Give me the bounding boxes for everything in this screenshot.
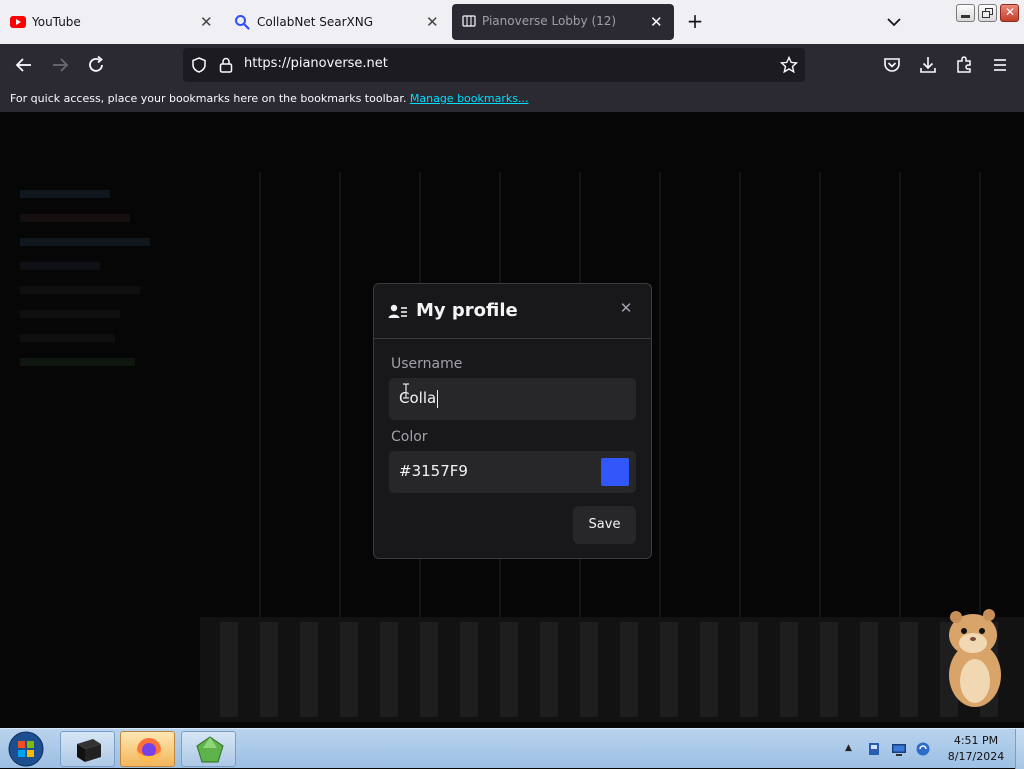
tab-title: CollabNet SearXNG xyxy=(257,15,374,29)
pocket-icon[interactable] xyxy=(880,53,904,77)
gem-icon xyxy=(196,736,224,763)
tab-pianoverse[interactable]: Pianoverse Lobby (12) ✕ xyxy=(452,4,674,40)
url-text[interactable]: https://pianoverse.net xyxy=(244,56,388,71)
color-label: Color xyxy=(391,429,428,445)
volume-icon[interactable] xyxy=(915,741,931,757)
show-hidden-icons-icon[interactable]: ▲ xyxy=(845,743,861,759)
restore-button[interactable] xyxy=(978,4,997,22)
tab-title: YouTube xyxy=(32,15,81,29)
close-window-button[interactable]: ✕ xyxy=(1000,4,1019,22)
username-input[interactable]: Colla xyxy=(389,378,636,420)
username-label: Username xyxy=(391,356,463,372)
new-tab-button[interactable]: + xyxy=(684,10,706,32)
minimize-button[interactable] xyxy=(956,4,975,22)
bookmarks-message: For quick access, place your bookmarks h… xyxy=(10,92,407,105)
tab-youtube[interactable]: YouTube ✕ xyxy=(0,0,224,44)
url-bar[interactable]: https://pianoverse.net xyxy=(183,48,805,82)
tab-strip: YouTube ✕ CollabNet SearXNG ✕ Pianoverse… xyxy=(0,0,1024,44)
menu-icon[interactable] xyxy=(988,53,1012,77)
bookmark-star-icon[interactable] xyxy=(780,56,798,74)
user-settings-icon xyxy=(388,304,407,318)
extensions-icon[interactable] xyxy=(952,53,976,77)
clock-time: 4:51 PM xyxy=(953,734,999,747)
back-icon[interactable] xyxy=(12,53,36,77)
tab-searxng[interactable]: CollabNet SearXNG ✕ xyxy=(224,0,450,44)
ibeam-cursor-icon xyxy=(403,383,409,399)
system-clock[interactable]: 4:51 PM 8/17/2024 xyxy=(940,733,1012,765)
start-button[interactable] xyxy=(4,730,48,768)
network-icon[interactable] xyxy=(891,741,907,757)
manage-bookmarks-link[interactable]: Manage bookmarks... xyxy=(410,92,529,105)
color-swatch[interactable] xyxy=(601,458,629,486)
forward-icon[interactable] xyxy=(48,53,72,77)
youtube-icon xyxy=(10,16,26,28)
piano-keyboard xyxy=(200,617,1024,722)
blurred-user-list xyxy=(20,182,180,652)
dialog-header: My profile ✕ xyxy=(374,284,651,339)
show-desktop-button[interactable] xyxy=(1015,729,1024,769)
taskbar: ▲ 4:51 PM 8/17/2024 xyxy=(0,728,1024,769)
lock-icon[interactable] xyxy=(218,56,234,74)
shield-icon[interactable] xyxy=(190,56,208,74)
profile-dialog: My profile ✕ Username Colla Color #3157F… xyxy=(373,283,652,559)
clock-date: 8/17/2024 xyxy=(947,750,1005,763)
reload-icon[interactable] xyxy=(84,53,108,77)
close-icon[interactable]: ✕ xyxy=(617,299,635,319)
piano-icon xyxy=(462,15,476,27)
downloads-icon[interactable] xyxy=(916,53,940,77)
close-tab-icon[interactable]: ✕ xyxy=(426,13,439,31)
taskbar-app-green[interactable] xyxy=(181,731,236,767)
close-tab-icon[interactable]: ✕ xyxy=(200,13,213,31)
firefox-icon xyxy=(137,738,161,762)
hamster-sticker xyxy=(949,609,1001,707)
close-tab-icon[interactable]: ✕ xyxy=(650,13,663,31)
terminal-box-icon xyxy=(77,739,101,762)
text-caret xyxy=(437,389,439,408)
bookmarks-toolbar: For quick access, place your bookmarks h… xyxy=(0,86,1024,112)
navigation-bar: https://pianoverse.net xyxy=(0,44,1024,86)
save-button[interactable]: Save xyxy=(573,506,636,544)
color-value[interactable]: #3157F9 xyxy=(399,462,468,480)
taskbar-firefox[interactable] xyxy=(120,731,175,767)
search-icon xyxy=(235,15,250,30)
list-all-tabs-icon[interactable] xyxy=(884,12,904,32)
taskbar-terminal-app[interactable] xyxy=(60,731,115,767)
dialog-title: My profile xyxy=(416,300,518,321)
tab-title: Pianoverse Lobby (12) xyxy=(482,14,617,28)
color-input[interactable]: #3157F9 xyxy=(389,451,636,493)
action-center-icon[interactable] xyxy=(866,741,882,757)
